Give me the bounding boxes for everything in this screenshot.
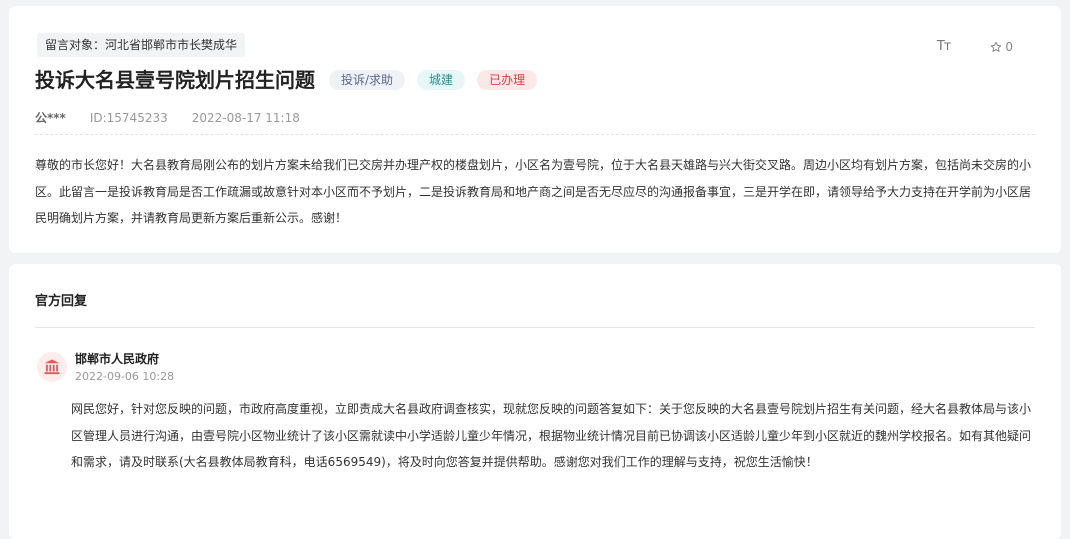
reply-datetime: 2022-09-06 10:28 [75, 370, 175, 383]
font-size-icon[interactable]: Tт [937, 39, 951, 54]
status-badge: 已办理 [477, 70, 538, 90]
message-user: 公*** [35, 111, 66, 125]
tag-category: 城建 [417, 70, 466, 90]
message-tools: Tт 0 [937, 39, 1013, 54]
message-content: 尊敬的市长您好！大名县教育局刚公布的划片方案未给我们已交房并办理产权的楼盘划片，… [35, 158, 1032, 225]
tag-type: 投诉/求助 [329, 70, 406, 90]
page-title: 投诉大名县壹号院划片招生问题 [35, 68, 315, 92]
favorite-button[interactable]: 0 [990, 40, 1013, 54]
message-target-chip: 留言对象：河北省邯郸市市长樊成华 [37, 33, 246, 57]
message-id: ID:15745233 [89, 111, 168, 125]
reply-section-title: 官方回复 [35, 294, 88, 309]
divider [35, 327, 1035, 328]
message-meta: 公*** ID:15745233 2022-08-17 11:18 [35, 110, 300, 126]
reply-card: 官方回复 邯郸市人民政府 2022-09-06 10:28 网民您好，针对您反映… [9, 264, 1061, 539]
message-card: 留言对象：河北省邯郸市市长樊成华 Tт 0 投诉大名县壹号院划片招生问题 投诉/… [9, 6, 1061, 253]
reply-content: 网民您好，针对您反映的问题，市政府高度重视，立即责成大名县政府调查核实，现就您反… [71, 402, 1032, 469]
government-building-icon [37, 352, 67, 382]
star-icon [991, 41, 1002, 52]
reply-org-name: 邯郸市人民政府 [75, 352, 160, 366]
star-count: 0 [1005, 39, 1013, 54]
message-datetime: 2022-08-17 11:18 [191, 111, 300, 125]
divider [35, 134, 1035, 135]
title-row: 投诉大名县壹号院划片招生问题 投诉/求助 城建 已办理 [35, 66, 538, 94]
